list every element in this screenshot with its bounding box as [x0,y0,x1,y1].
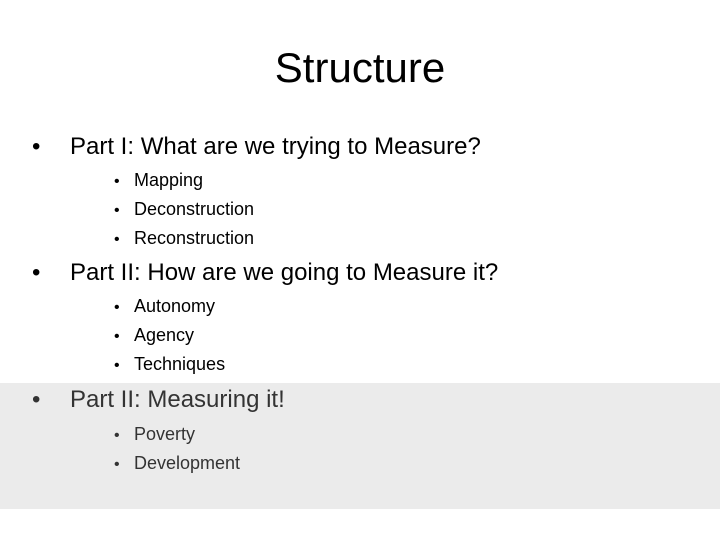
bullet-icon: • [114,328,120,345]
bullet-icon: • [32,386,41,413]
bullet-icon: • [114,202,120,219]
list-item-text: Techniques [134,354,226,374]
list-item-text: Agency [134,325,195,345]
bullet-icon: • [32,259,41,286]
list-item-text: Autonomy [134,296,216,316]
list-item: • Deconstruction [114,198,254,222]
section-heading: • Part I: What are we trying to Measure? [32,132,481,162]
bullet-icon: • [114,357,120,374]
section-heading: • Part II: How are we going to Measure it… [32,258,498,288]
list-item: • Mapping [114,169,203,193]
slide-title: Structure [274,44,446,91]
list-item-text: Reconstruction [134,228,255,248]
list-item-text: Mapping [134,170,204,190]
section-heading-text: Part II: How are we going to Measure it? [70,259,499,286]
list-item-text: Development [134,453,241,473]
bullet-icon: • [114,299,120,316]
section-heading-text: Part I: What are we trying to Measure? [70,133,481,160]
list-item: • Autonomy [114,295,215,319]
list-item: • Development [114,452,240,476]
list-item: • Reconstruction [114,227,254,251]
list-item: • Agency [114,324,194,348]
bullet-icon: • [114,427,120,444]
bullet-icon: • [32,133,41,160]
bullet-icon: • [114,456,120,473]
bullet-icon: • [114,231,120,248]
list-item-text: Deconstruction [134,199,255,219]
section-heading-text: Part II: Measuring it! [70,386,285,413]
list-item: • Poverty [114,423,195,447]
bullet-icon: • [114,173,120,190]
section-heading: • Part II: Measuring it! [32,385,285,415]
list-item-text: Poverty [134,424,196,444]
list-item: • Techniques [114,353,225,377]
